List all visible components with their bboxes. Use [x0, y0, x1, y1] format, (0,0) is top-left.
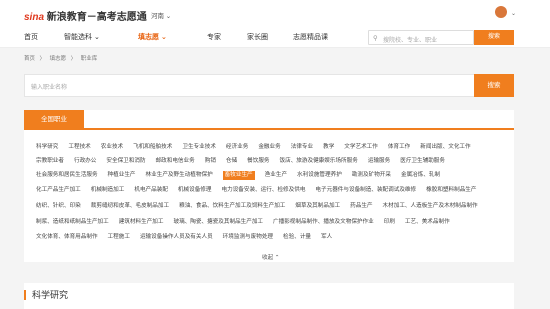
category-chip[interactable]: 卫生专业技术 — [182, 143, 216, 152]
category-chip[interactable]: 纺织、针织、印染 — [36, 202, 81, 211]
nav-item-courses[interactable]: 志愿精品课 — [293, 32, 328, 42]
breadcrumb-separator: 〉 — [39, 56, 46, 62]
category-chip[interactable]: 运输设备操作人员及有关人员 — [140, 233, 213, 242]
category-chip[interactable]: 橡胶和塑料制品生产 — [426, 186, 476, 195]
category-chip[interactable]: 农业技术 — [101, 143, 123, 152]
category-chip[interactable]: 社会服务和居民生活服务 — [36, 171, 98, 180]
collapse-button[interactable]: 收起 ⌃ — [262, 253, 279, 261]
section-accent-bar — [24, 290, 26, 300]
category-chip[interactable]: 餐饮服务 — [247, 157, 269, 166]
site-logo[interactable]: sina 新浪教育－高考志愿通 — [24, 8, 147, 23]
category-chip[interactable]: 工程施工 — [108, 233, 130, 242]
tab-bar: 全国职业 — [24, 110, 514, 130]
category-chip[interactable]: 广播影视制品制作、播放及文物保护作业 — [273, 218, 374, 227]
breadcrumb-current: 职业库 — [80, 56, 98, 62]
tab-all-occupations[interactable]: 全国职业 — [24, 110, 84, 130]
header-search-input[interactable]: ⚲ 搜院校、专业、职业 — [368, 30, 474, 45]
search-icon: ⚲ — [373, 35, 378, 42]
category-chip[interactable]: 水利设施管理养护 — [297, 171, 342, 180]
category-chip[interactable]: 购销 — [205, 157, 216, 166]
category-chip[interactable]: 玻璃、陶瓷、搪瓷及其制品生产加工 — [174, 218, 264, 227]
region-selector[interactable]: 河南 ⌄ — [151, 10, 171, 20]
category-chip[interactable]: 飞机和船舶技术 — [133, 143, 172, 152]
category-chip[interactable]: 经济业务 — [226, 143, 248, 152]
category-chip[interactable]: 渔业生产 — [265, 171, 287, 180]
nav-item-subject-selection[interactable]: 智能选科 ⌄ — [64, 32, 100, 42]
category-chip[interactable]: 机电产品装配 — [134, 186, 168, 195]
header-search-placeholder: 搜院校、专业、职业 — [383, 37, 438, 44]
category-chip[interactable]: 检验、计量 — [283, 233, 311, 242]
nav-item-parents[interactable]: 家长圈 — [247, 32, 268, 42]
category-chip[interactable]: 裁剪缝纫和皮革、毛皮制品加工 — [91, 202, 169, 211]
category-chip[interactable]: 药品生产 — [350, 202, 372, 211]
category-chip[interactable]: 仓储 — [226, 157, 237, 166]
logo-brand: sina — [24, 12, 45, 23]
category-chip[interactable]: 电力设备安装、运行、检修及供电 — [222, 186, 306, 195]
category-chip[interactable]: 电子元器件与设备制造、装配调试及维修 — [315, 186, 416, 195]
chevron-down-icon[interactable]: ⌄ — [511, 10, 516, 17]
category-chip[interactable]: 建筑材料生产加工 — [119, 218, 164, 227]
category-chip[interactable]: 行政办公 — [74, 157, 96, 166]
category-chip[interactable]: 科学研究 — [36, 143, 58, 152]
category-chip[interactable]: 工程技术 — [68, 143, 90, 152]
category-chip[interactable]: 林业生产及野生动植物保护 — [146, 171, 213, 180]
section-title: 科学研究 — [32, 290, 69, 300]
category-chip[interactable]: 勘测及矿物开采 — [352, 171, 391, 180]
category-chip[interactable]: 邮政和电信业务 — [156, 157, 195, 166]
category-chip[interactable]: 畜牧业生产 — [222, 171, 255, 180]
breadcrumb-home[interactable]: 首页 — [24, 56, 35, 62]
nav-item-home[interactable]: 首页 — [24, 32, 38, 42]
occupation-category-panel: 全国职业 科学研究 工程技术 农业技术 飞机和船舶技术 卫生专业技术 经济业务 金融业务 法律… — [24, 110, 514, 262]
category-chip[interactable]: 新闻出版、文化工作 — [420, 143, 470, 152]
avatar[interactable] — [495, 6, 507, 18]
top-bar: sina 新浪教育－高考志愿通 河南 ⌄ ⌄ — [0, 0, 550, 26]
category-chip[interactable]: 种植业生产 — [108, 171, 136, 180]
breadcrumb-fill-application[interactable]: 填志愿 — [50, 56, 67, 62]
nav-item-experts[interactable]: 专家 — [207, 32, 221, 42]
breadcrumb: 首页 〉 填志愿 〉 职业库 — [24, 54, 100, 62]
category-chip[interactable]: 机械制造加工 — [91, 186, 125, 195]
category-chip[interactable]: 制浆、造纸和纸制品生产加工 — [36, 218, 109, 227]
nav-item-fill-application[interactable]: 填志愿 ⌄ — [138, 32, 167, 42]
section-header: 科学研究 — [24, 283, 514, 309]
category-chip[interactable]: 烟草及其制品加工 — [295, 202, 340, 211]
main-nav: 首页 智能选科 ⌄ 填志愿 ⌄ 专家 家长圈 志愿精品课 ⚲ 搜院校、专业、职业… — [0, 26, 550, 48]
category-chip[interactable]: 军人 — [321, 233, 332, 242]
category-chip[interactable]: 安全保卫和消防 — [106, 157, 145, 166]
category-chip[interactable]: 运输服务 — [368, 157, 390, 166]
category-chip[interactable]: 法律专业 — [291, 143, 313, 152]
breadcrumb-separator: 〉 — [70, 56, 77, 62]
category-chip[interactable]: 化工产品生产加工 — [36, 186, 81, 195]
category-chip[interactable]: 金融业务 — [258, 143, 280, 152]
category-chip[interactable]: 印刷 — [384, 218, 395, 227]
category-chip[interactable]: 环境监测与废物处理 — [223, 233, 273, 242]
category-chip[interactable]: 机械设备修理 — [178, 186, 212, 195]
category-chip[interactable]: 宗教职业者 — [36, 157, 64, 166]
logo-text: 新浪教育－高考志愿通 — [46, 12, 147, 23]
category-chip[interactable]: 饭店、旅游及健康娱乐场所服务 — [280, 157, 358, 166]
occupation-search-button[interactable]: 搜索 — [474, 74, 514, 97]
category-chip[interactable]: 文化体育、体育用品制作 — [36, 233, 98, 242]
category-chip[interactable]: 医疗卫生辅助服务 — [400, 157, 445, 166]
category-chip[interactable]: 金属冶炼、轧制 — [401, 171, 440, 180]
header-search-button[interactable]: 搜索 — [474, 30, 514, 45]
category-chip[interactable]: 文学艺术工作 — [344, 143, 378, 152]
category-chip[interactable]: 教学 — [323, 143, 334, 152]
occupation-search-placeholder: 输入职业名称 — [31, 85, 68, 91]
occupation-search-input[interactable]: 输入职业名称 搜索 — [24, 74, 514, 97]
category-chip[interactable]: 工艺、美术品制作 — [405, 218, 450, 227]
category-chip[interactable]: 粮油、食品、饮料生产加工及饲料生产加工 — [179, 202, 285, 211]
category-chip[interactable]: 体育工作 — [388, 143, 410, 152]
category-chip[interactable]: 木材加工、人造板生产及木材制品制作 — [383, 202, 478, 211]
